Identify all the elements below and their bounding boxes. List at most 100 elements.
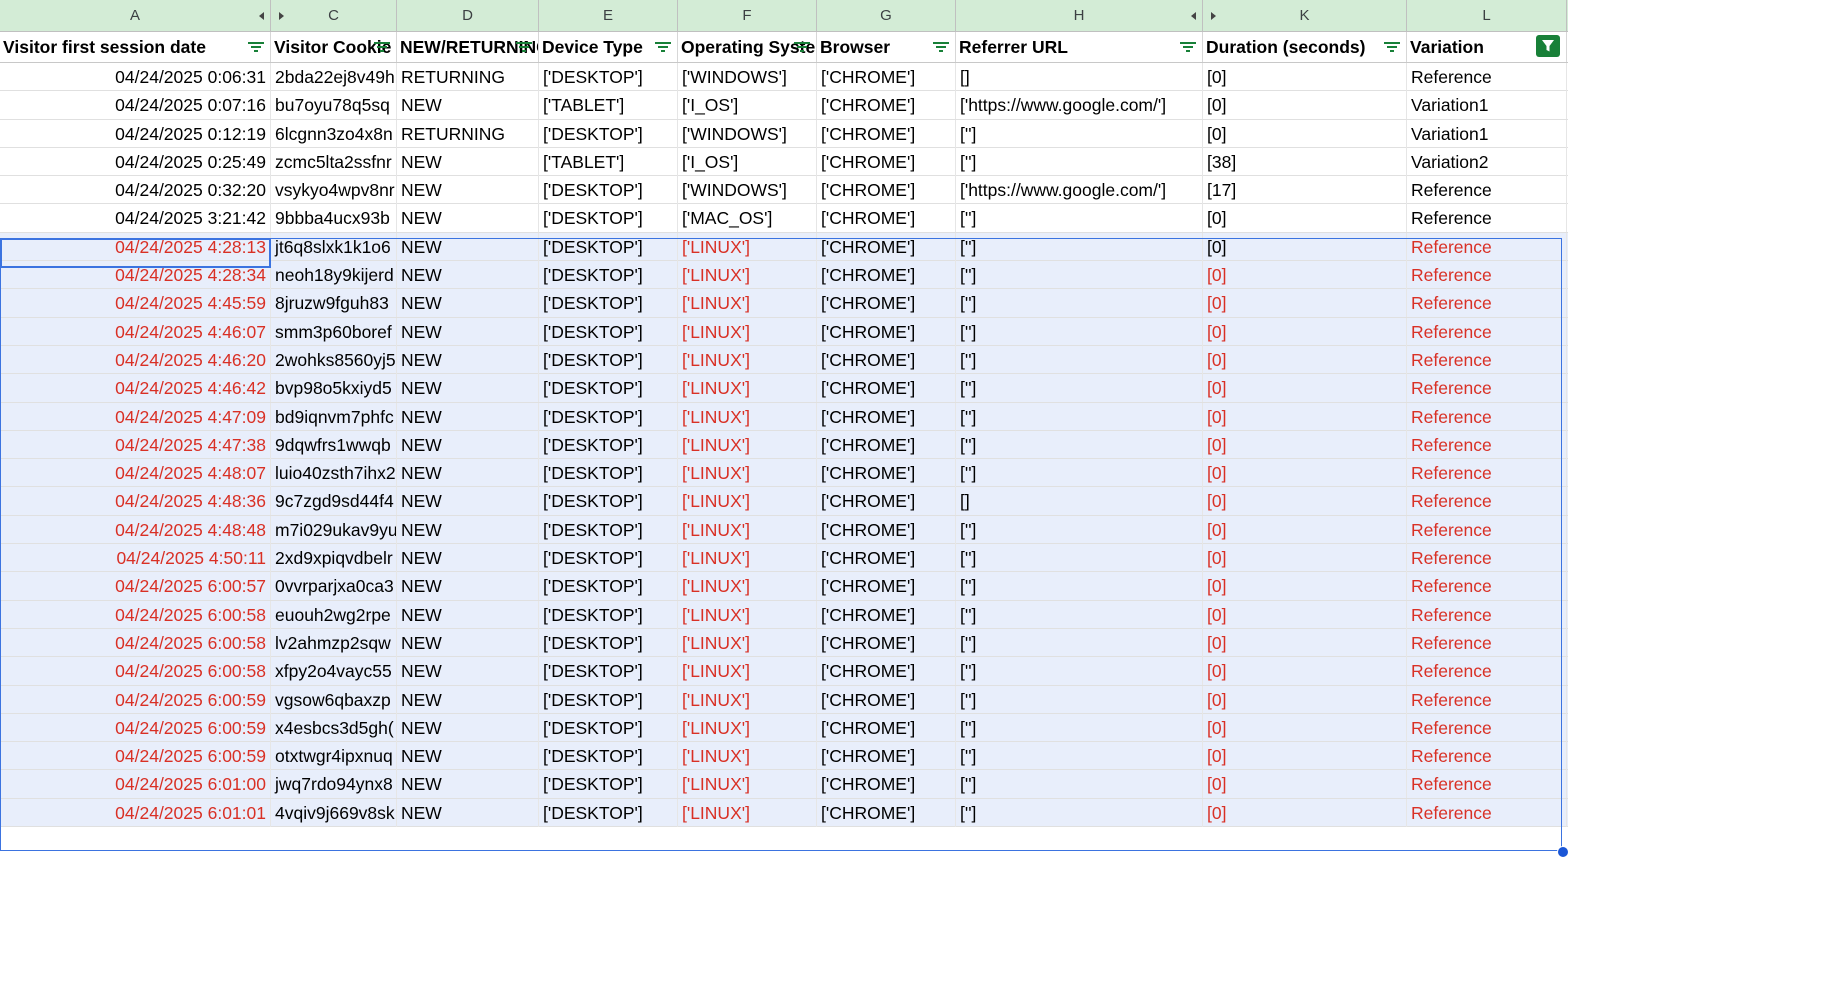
cell-duration[interactable]: [0] — [1203, 317, 1407, 346]
cell-session-date[interactable]: 04/24/2025 4:47:09 — [0, 402, 271, 431]
filter-icon[interactable] — [374, 42, 390, 53]
cell-visitor-cookie[interactable]: x4esbcs3d5gh( — [271, 713, 397, 742]
cell-duration[interactable]: [0] — [1203, 628, 1407, 657]
cell-duration[interactable]: [0] — [1203, 261, 1407, 290]
col-header-l[interactable]: L — [1407, 0, 1567, 31]
cell-device-type[interactable]: ['DESKTOP'] — [539, 798, 678, 827]
cell-session-date[interactable]: 04/24/2025 4:45:59 — [0, 289, 271, 318]
cell-new-returning[interactable]: NEW — [397, 685, 539, 714]
cell-operating-system[interactable]: ['LINUX'] — [678, 600, 817, 629]
cell-referrer-url[interactable]: [''] — [956, 147, 1203, 176]
cell-referrer-url[interactable]: [''] — [956, 600, 1203, 629]
cell-browser[interactable]: ['CHROME'] — [817, 515, 956, 544]
cell-duration[interactable]: [0] — [1203, 204, 1407, 233]
cell-new-returning[interactable]: RETURNING — [397, 63, 539, 91]
cell-new-returning[interactable]: NEW — [397, 317, 539, 346]
cell-duration[interactable]: [0] — [1203, 742, 1407, 771]
cell-operating-system[interactable]: ['LINUX'] — [678, 742, 817, 771]
cell-referrer-url[interactable]: [''] — [956, 657, 1203, 686]
cell-referrer-url[interactable]: [''] — [956, 628, 1203, 657]
cell-variation[interactable]: Reference — [1407, 544, 1567, 573]
cell-new-returning[interactable]: NEW — [397, 798, 539, 827]
cell-variation[interactable]: Reference — [1407, 459, 1567, 488]
cell-device-type[interactable]: ['DESKTOP'] — [539, 119, 678, 148]
cell-visitor-cookie[interactable]: 9dqwfrs1wwqb — [271, 430, 397, 459]
cell-operating-system[interactable]: ['LINUX'] — [678, 770, 817, 799]
cell-operating-system[interactable]: ['LINUX'] — [678, 515, 817, 544]
cell-referrer-url[interactable]: [''] — [956, 289, 1203, 318]
cell-operating-system[interactable]: ['LINUX'] — [678, 402, 817, 431]
cell-device-type[interactable]: ['DESKTOP'] — [539, 487, 678, 516]
filter-icon[interactable] — [1384, 42, 1400, 53]
cell-operating-system[interactable]: ['LINUX'] — [678, 374, 817, 403]
cell-duration[interactable]: [0] — [1203, 713, 1407, 742]
cell-duration[interactable]: [0] — [1203, 119, 1407, 148]
cell-browser[interactable]: ['CHROME'] — [817, 91, 956, 120]
cell-device-type[interactable]: ['DESKTOP'] — [539, 345, 678, 374]
cell-referrer-url[interactable]: [''] — [956, 204, 1203, 233]
cell-session-date[interactable]: 04/24/2025 4:47:38 — [0, 430, 271, 459]
cell-device-type[interactable]: ['DESKTOP'] — [539, 628, 678, 657]
cell-referrer-url[interactable]: [''] — [956, 261, 1203, 290]
cell-session-date[interactable]: 04/24/2025 6:01:01 — [0, 798, 271, 827]
header-cell-new-returning[interactable]: NEW/RETURNING — [397, 32, 539, 62]
cell-duration[interactable]: [0] — [1203, 91, 1407, 120]
cell-device-type[interactable]: ['DESKTOP'] — [539, 713, 678, 742]
cell-visitor-cookie[interactable]: lv2ahmzp2sqw — [271, 628, 397, 657]
cell-operating-system[interactable]: ['LINUX'] — [678, 657, 817, 686]
cell-referrer-url[interactable]: [''] — [956, 770, 1203, 799]
cell-referrer-url[interactable]: [''] — [956, 544, 1203, 573]
cell-device-type[interactable]: ['DESKTOP'] — [539, 515, 678, 544]
cell-referrer-url[interactable]: [''] — [956, 317, 1203, 346]
cell-new-returning[interactable]: NEW — [397, 176, 539, 205]
cell-referrer-url[interactable]: [''] — [956, 430, 1203, 459]
cell-referrer-url[interactable]: [''] — [956, 515, 1203, 544]
cell-browser[interactable]: ['CHROME'] — [817, 713, 956, 742]
cell-new-returning[interactable]: NEW — [397, 770, 539, 799]
filter-icon[interactable] — [655, 42, 671, 53]
cell-session-date[interactable]: 04/24/2025 4:48:36 — [0, 487, 271, 516]
cell-device-type[interactable]: ['DESKTOP'] — [539, 770, 678, 799]
cell-referrer-url[interactable]: ['https://www.google.com/'] — [956, 91, 1203, 120]
cell-variation[interactable]: Reference — [1407, 345, 1567, 374]
col-header-e[interactable]: E — [539, 0, 678, 31]
cell-new-returning[interactable]: NEW — [397, 515, 539, 544]
header-cell-variation[interactable]: Variation — [1407, 32, 1567, 62]
cell-referrer-url[interactable]: [] — [956, 487, 1203, 516]
cell-new-returning[interactable]: NEW — [397, 742, 539, 771]
cell-device-type[interactable]: ['DESKTOP'] — [539, 402, 678, 431]
cell-duration[interactable]: [0] — [1203, 487, 1407, 516]
cell-new-returning[interactable]: NEW — [397, 713, 539, 742]
cell-visitor-cookie[interactable]: otxtwgr4ipxnuq — [271, 742, 397, 771]
cell-browser[interactable]: ['CHROME'] — [817, 261, 956, 290]
cell-operating-system[interactable]: ['LINUX'] — [678, 261, 817, 290]
cell-session-date[interactable]: 04/24/2025 0:06:31 — [0, 63, 271, 91]
cell-operating-system[interactable]: ['LINUX'] — [678, 459, 817, 488]
cell-operating-system[interactable]: ['LINUX'] — [678, 798, 817, 827]
cell-operating-system[interactable]: ['LINUX'] — [678, 232, 817, 261]
cell-operating-system[interactable]: ['LINUX'] — [678, 345, 817, 374]
cell-new-returning[interactable]: NEW — [397, 345, 539, 374]
cell-browser[interactable]: ['CHROME'] — [817, 63, 956, 91]
cell-session-date[interactable]: 04/24/2025 4:28:34 — [0, 261, 271, 290]
cell-duration[interactable]: [0] — [1203, 572, 1407, 601]
triangle-left-icon[interactable] — [1191, 12, 1196, 20]
cell-visitor-cookie[interactable]: bu7oyu78q5sq — [271, 91, 397, 120]
cell-referrer-url[interactable]: [''] — [956, 685, 1203, 714]
cell-visitor-cookie[interactable]: vsykyo4wpv8nr — [271, 176, 397, 205]
cell-operating-system[interactable]: ['LINUX'] — [678, 628, 817, 657]
cell-referrer-url[interactable]: ['https://www.google.com/'] — [956, 176, 1203, 205]
cell-variation[interactable]: Reference — [1407, 430, 1567, 459]
cell-duration[interactable]: [0] — [1203, 459, 1407, 488]
cell-visitor-cookie[interactable]: vgsow6qbaxzp — [271, 685, 397, 714]
col-header-d[interactable]: D — [397, 0, 539, 31]
cell-browser[interactable]: ['CHROME'] — [817, 204, 956, 233]
cell-session-date[interactable]: 04/24/2025 6:00:58 — [0, 657, 271, 686]
cell-device-type[interactable]: ['DESKTOP'] — [539, 232, 678, 261]
cell-variation[interactable]: Reference — [1407, 572, 1567, 601]
cell-browser[interactable]: ['CHROME'] — [817, 544, 956, 573]
cell-visitor-cookie[interactable]: smm3p60boref — [271, 317, 397, 346]
cell-variation[interactable]: Reference — [1407, 232, 1567, 261]
cell-visitor-cookie[interactable]: 4vqiv9j669v8sk — [271, 798, 397, 827]
cell-browser[interactable]: ['CHROME'] — [817, 119, 956, 148]
